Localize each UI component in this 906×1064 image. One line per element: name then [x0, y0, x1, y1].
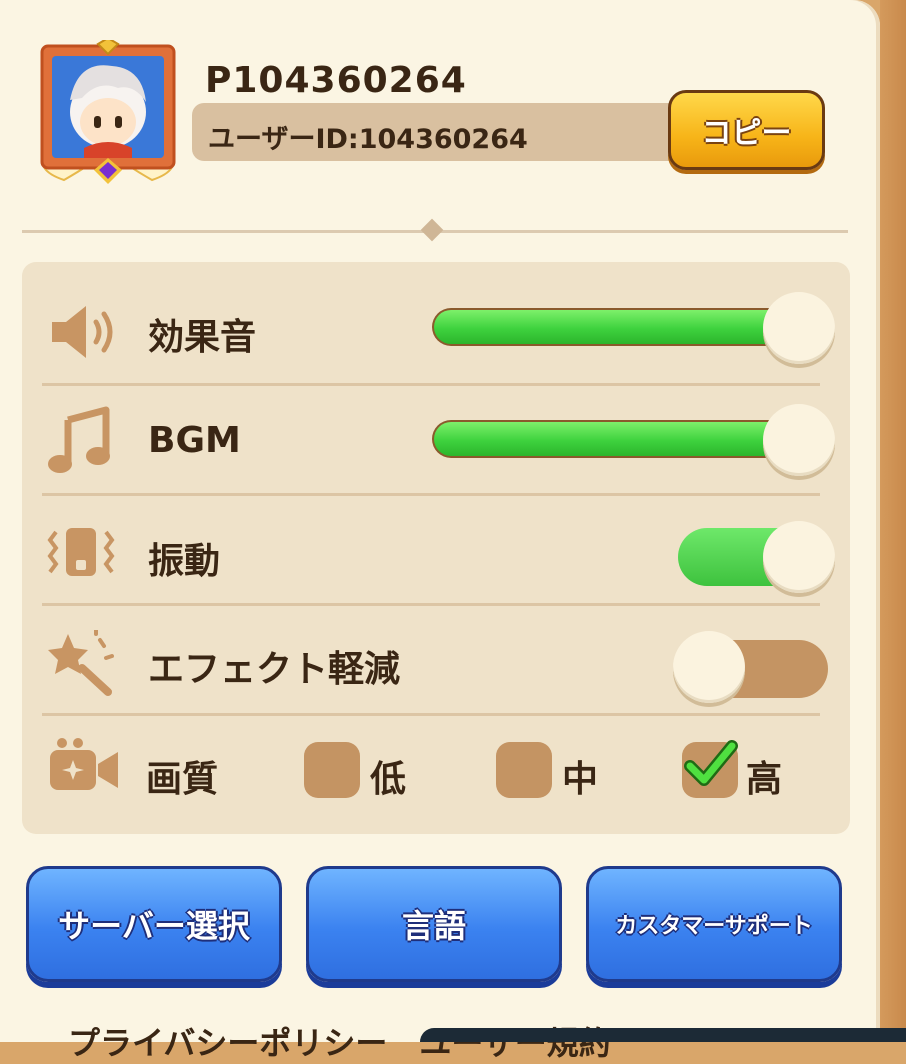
sfx-slider-fill — [434, 310, 800, 344]
customer-support-button[interactable]: カスタマーサポート — [586, 866, 842, 982]
row-separator — [42, 603, 820, 606]
user-id-text: ユーザーID:104360264 — [208, 124, 528, 155]
sfx-slider-knob[interactable] — [763, 292, 835, 364]
quality-high-checkbox[interactable] — [682, 740, 738, 798]
effect-reduction-toggle-knob[interactable] — [673, 631, 745, 703]
row-separator — [42, 383, 820, 386]
sfx-slider[interactable] — [432, 308, 802, 346]
panel-frame-edge — [880, 0, 906, 1042]
quality-label: 画質 — [146, 759, 219, 800]
bgm-slider-knob[interactable] — [763, 404, 835, 476]
checkmark-icon — [684, 740, 738, 786]
server-select-button[interactable]: サーバー選択 — [26, 866, 282, 982]
quality-low-label: 低 — [370, 759, 407, 800]
effect-reduction-label: エフェクト軽減 — [148, 649, 401, 690]
speaker-icon — [48, 300, 118, 368]
vibration-icon — [44, 524, 118, 584]
copy-button[interactable]: コピー — [668, 90, 825, 170]
vibration-toggle-knob[interactable] — [763, 521, 835, 593]
quality-mid-checkbox[interactable] — [496, 742, 552, 798]
video-camera-icon — [48, 738, 120, 800]
player-name: P104360264 — [205, 60, 467, 101]
sfx-label: 効果音 — [148, 317, 257, 358]
magic-wand-icon — [48, 628, 118, 700]
music-note-icon — [46, 406, 112, 480]
quality-mid-label: 中 — [562, 759, 599, 800]
avatar[interactable] — [38, 36, 178, 185]
settings-panel: P104360264 ユーザーID:104360264 コピー 効果音 BGM — [0, 0, 906, 1062]
bgm-slider-fill — [434, 422, 800, 456]
vibration-label: 振動 — [148, 541, 221, 582]
language-button[interactable]: 言語 — [306, 866, 562, 982]
bgm-slider[interactable] — [432, 420, 802, 458]
divider-ornament — [420, 218, 444, 242]
overlay-edge — [420, 1028, 906, 1042]
quality-high-label: 高 — [746, 759, 783, 800]
bgm-label: BGM — [148, 420, 241, 461]
row-separator — [42, 493, 820, 496]
quality-low-checkbox[interactable] — [304, 742, 360, 798]
row-separator — [42, 713, 820, 716]
